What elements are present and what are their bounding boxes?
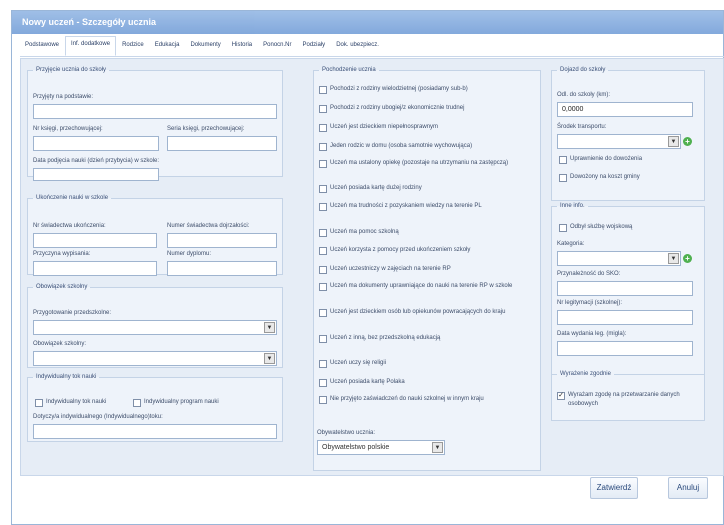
leave-reason-input[interactable] bbox=[33, 261, 157, 276]
origin-item[interactable]: Jeden rodzic w domu (osoba samotnie wych… bbox=[319, 142, 537, 151]
tab-inf-dodatkowe[interactable]: Inf. dodatkowe bbox=[65, 36, 117, 56]
add-icon[interactable]: + bbox=[683, 254, 692, 263]
citizenship-select[interactable]: Obywatelstwo polskie ▼ bbox=[317, 440, 445, 455]
chevron-down-icon[interactable]: ▼ bbox=[432, 442, 443, 453]
graduation-legend: Ukończenie nauki w szkole bbox=[36, 195, 109, 201]
origin-item[interactable]: Uczeń ma trudności z pozyskaniem wiedzy … bbox=[319, 202, 529, 211]
category-select[interactable]: ▼ bbox=[557, 251, 681, 266]
chevron-down-icon[interactable]: ▼ bbox=[264, 353, 275, 364]
origin-legend: Pochodzenie ucznia bbox=[322, 67, 376, 73]
transport-entitled-checkbox[interactable]: Uprawnienie do dowożenia bbox=[559, 155, 642, 164]
id-card-date-input[interactable] bbox=[557, 341, 693, 356]
admitted-basis-input[interactable] bbox=[33, 104, 277, 119]
compulsory-select[interactable]: ▼ bbox=[33, 351, 277, 366]
diploma-number-input[interactable] bbox=[167, 261, 277, 276]
origin-item[interactable]: Uczeń posiada kartę dużej rodziny bbox=[319, 184, 537, 193]
admission-legend: Przyjęcie ucznia do szkoły bbox=[36, 67, 107, 73]
chevron-down-icon[interactable]: ▼ bbox=[668, 136, 679, 147]
individual-legend: Indywidualny tok nauki bbox=[36, 374, 97, 380]
origin-item[interactable]: Nie przyjęto zaświadczeń do nauki szkoln… bbox=[319, 395, 529, 404]
sko-input[interactable] bbox=[557, 281, 693, 296]
transport-paid-checkbox[interactable]: Dowożony na koszt gminy bbox=[559, 173, 640, 182]
citizenship-label: Obywatelstwo ucznia: bbox=[317, 430, 376, 436]
certificate-number-label: Nr świadectwa ukończenia: bbox=[33, 223, 106, 229]
confirm-button[interactable]: Zatwierdź bbox=[590, 477, 638, 499]
origin-item[interactable]: Uczeń korzysta z pomocy przed ukończenie… bbox=[319, 246, 537, 255]
book-number-input[interactable] bbox=[33, 136, 159, 151]
maturity-number-input[interactable] bbox=[167, 233, 277, 248]
tab-rodzice[interactable]: Rodzice bbox=[117, 38, 149, 56]
other-info-legend: Inne info. bbox=[560, 203, 585, 209]
transport-label: Środek transportu: bbox=[557, 124, 607, 130]
distance-input[interactable]: 0,0000 bbox=[557, 102, 693, 117]
origin-item[interactable]: Uczeń posiada kartę Polaka bbox=[319, 378, 537, 387]
transport-select[interactable]: ▼ bbox=[557, 134, 681, 149]
origin-item[interactable]: Uczeń uczy się religii bbox=[319, 359, 537, 368]
tab-ponocn[interactable]: Ponocn.Nr bbox=[258, 38, 296, 56]
id-card-number-input[interactable] bbox=[557, 310, 693, 325]
category-label: Kategoria: bbox=[557, 241, 585, 247]
individual-course-checkbox[interactable]: Indywidualny tok nauki bbox=[35, 398, 106, 407]
book-number-label: Nr księgi, przechowującej: bbox=[33, 126, 103, 132]
certificate-number-input[interactable] bbox=[33, 233, 157, 248]
origin-item[interactable]: Uczeń z inną, bez przedszkolną edukacją bbox=[319, 334, 529, 343]
origin-item[interactable]: Pochodzi z rodziny wielodzietnej (posiad… bbox=[319, 85, 537, 94]
id-card-number-label: Nr legitymacji (szkolnej): bbox=[557, 300, 623, 306]
compulsory-legend: Obowiązek szkolny bbox=[36, 284, 88, 290]
origin-item[interactable]: Uczeń ma ustalony opiekę (pozostaje na u… bbox=[319, 159, 529, 168]
individual-program-checkbox[interactable]: Indywidualny program nauki bbox=[133, 398, 219, 407]
cancel-button[interactable]: Anuluj bbox=[668, 477, 708, 499]
book-series-label: Seria księgi, przechowującej: bbox=[167, 126, 245, 132]
tab-podzialy[interactable]: Podziały bbox=[298, 38, 331, 56]
origin-item[interactable]: Uczeń jest dzieckiem niepełnosprawnym bbox=[319, 123, 537, 132]
dialog-title: Nowy uczeń - Szczegóły ucznia bbox=[12, 11, 723, 34]
commute-legend: Dojazd do szkoły bbox=[560, 67, 606, 73]
origin-item[interactable]: Pochodzi z rodziny ubogiej/z ekonomiczni… bbox=[319, 104, 537, 113]
start-date-input[interactable] bbox=[33, 168, 159, 181]
chevron-down-icon[interactable]: ▼ bbox=[264, 322, 275, 333]
tab-dokumenty[interactable]: Dokumenty bbox=[185, 38, 225, 56]
tab-content: Przyjęcie ucznia do szkoły Przyjęty na p… bbox=[20, 58, 724, 476]
compulsory-label: Obowiązek szkolny: bbox=[33, 341, 87, 347]
sko-label: Przynależność do SKO: bbox=[557, 271, 621, 277]
individual-note-input[interactable] bbox=[33, 424, 277, 439]
admitted-basis-label: Przyjęty na podstawie: bbox=[33, 94, 94, 100]
origin-item[interactable]: Uczeń ma dokumenty uprawniające do nauki… bbox=[319, 282, 529, 291]
origin-item[interactable]: Uczeń ma pomoc szkolną bbox=[319, 228, 537, 237]
leave-reason-label: Przyczyna wypisania: bbox=[33, 251, 91, 257]
tab-podstawowe[interactable]: Podstawowe bbox=[20, 38, 64, 56]
book-series-input[interactable] bbox=[167, 136, 277, 151]
id-card-date-label: Data wydania leg. (migla): bbox=[557, 331, 627, 337]
tab-edukacja[interactable]: Edukacja bbox=[150, 38, 185, 56]
individual-note-label: Dotyczy/a indywidualnego (Indywidualnego… bbox=[33, 414, 163, 420]
start-date-label: Data podjęcia nauki (dzień przybycia) w … bbox=[33, 158, 160, 164]
origin-item[interactable]: Uczeń jest dzieckiem osób lub opiekunów … bbox=[319, 308, 529, 317]
consent-legend: Wyrażenie zgodnie bbox=[560, 371, 611, 377]
preschool-select[interactable]: ▼ bbox=[33, 320, 277, 335]
tab-historia[interactable]: Historia bbox=[227, 38, 257, 56]
add-icon[interactable]: + bbox=[683, 137, 692, 146]
maturity-number-label: Numer świadectwa dojrzałości: bbox=[167, 223, 250, 229]
military-checkbox[interactable]: Odbył służbę wojskową bbox=[559, 223, 632, 232]
chevron-down-icon[interactable]: ▼ bbox=[668, 253, 679, 264]
distance-label: Odl. do szkoły (km): bbox=[557, 92, 611, 98]
tab-dok-ubezp[interactable]: Dok. ubezpiecz. bbox=[331, 38, 384, 56]
preschool-label: Przygotowanie przedszkolne: bbox=[33, 310, 112, 316]
tab-strip: Podstawowe Inf. dodatkowe Rodzice Edukac… bbox=[20, 35, 724, 57]
consent-checkbox[interactable]: ✓ Wyrażam zgodę na przetwarzanie danych o… bbox=[557, 391, 701, 409]
origin-item[interactable]: Uczeń uczestniczy w zajęciach na terenie… bbox=[319, 265, 537, 274]
diploma-number-label: Numer dyplomu: bbox=[167, 251, 212, 257]
student-details-dialog: Nowy uczeń - Szczegóły ucznia Podstawowe… bbox=[11, 10, 724, 525]
